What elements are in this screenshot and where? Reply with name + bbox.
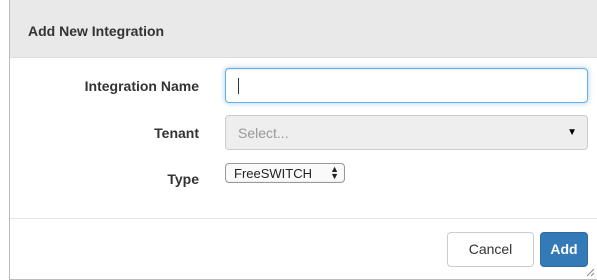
type-select-value: FreeSWITCH [234,166,312,181]
type-select[interactable]: FreeSWITCH ▲ ▼ [225,163,345,183]
tenant-label: Tenant [154,125,199,141]
type-label: Type [167,171,199,187]
footer-divider [10,218,597,219]
tenant-select-placeholder: Select... [238,125,289,141]
modal-title: Add New Integration [28,23,165,39]
tenant-select[interactable]: Select... ▼ [225,115,588,150]
add-button[interactable]: Add [540,232,588,267]
arrow-down-icon: ▼ [330,171,339,181]
resize-grip-icon[interactable] [585,267,595,277]
integration-name-input[interactable] [225,68,588,103]
cancel-button[interactable]: Cancel [447,232,534,267]
text-caret [238,78,239,94]
caret-down-icon: ▼ [567,127,577,138]
integration-name-label: Integration Name [84,78,199,94]
updown-arrows-icon: ▲ ▼ [330,165,339,181]
add-integration-modal: Add New Integration Integration Name Ten… [9,0,597,280]
modal-header: Add New Integration [10,0,597,58]
